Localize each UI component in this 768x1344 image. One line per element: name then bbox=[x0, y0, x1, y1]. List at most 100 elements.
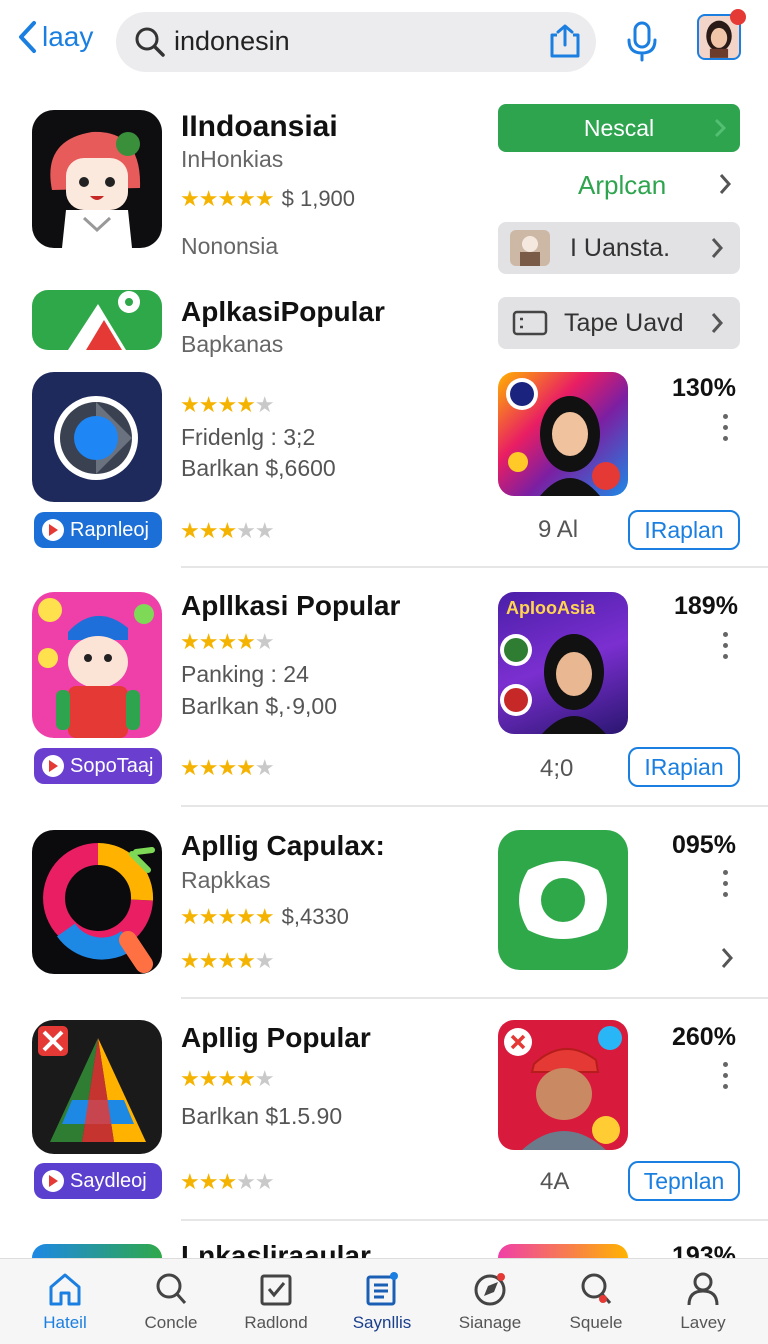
more-options-icon[interactable] bbox=[722, 1062, 730, 1092]
chevron-right-icon[interactable] bbox=[720, 947, 734, 969]
row4-title: Apllig Popular bbox=[181, 1022, 371, 1053]
tab-search[interactable]: Concle bbox=[121, 1259, 221, 1344]
row2-thumbnail[interactable]: ApIooAsia bbox=[498, 592, 628, 734]
row4-line2: Barlkan $1.5.90 bbox=[181, 1103, 343, 1129]
app-icon-camera[interactable] bbox=[32, 372, 162, 502]
featured-star-rating: ★★★★★ $ 1,900 bbox=[180, 186, 356, 211]
tab-profile[interactable]: Lavey bbox=[653, 1259, 753, 1344]
row1-line1: Fridenlg : 3;2 bbox=[181, 424, 316, 450]
tab-compass[interactable]: Sianage bbox=[440, 1259, 540, 1344]
row1-count: 9 Al bbox=[538, 516, 579, 543]
row3-title: Apllig Capulax: bbox=[181, 830, 385, 861]
person-icon bbox=[687, 1272, 719, 1306]
play-icon bbox=[42, 1170, 64, 1192]
back-label: laay bbox=[42, 21, 94, 52]
row2-line2: Barlkan $,·9,00 bbox=[181, 693, 337, 719]
row2-star-rating-top: ★★★★★ bbox=[180, 629, 275, 654]
secondary-action-link[interactable]: Arplcan bbox=[578, 170, 666, 201]
tape-icon bbox=[512, 310, 548, 336]
section-title: AplkasiPopular bbox=[181, 296, 385, 327]
app-icon-cartoon[interactable] bbox=[32, 592, 162, 738]
featured-app-icon[interactable] bbox=[32, 110, 162, 248]
home-icon bbox=[49, 1273, 81, 1306]
chevron-right-icon bbox=[711, 238, 724, 258]
row1-action-button[interactable]: IRaplan bbox=[628, 510, 740, 550]
top-bar: laay indonesin bbox=[0, 0, 768, 88]
row4-percent: 260% bbox=[672, 1023, 736, 1051]
tab-list[interactable]: Saynllis bbox=[332, 1259, 432, 1344]
section-icon bbox=[32, 290, 162, 350]
divider bbox=[181, 566, 768, 568]
featured-app-subtitle: InHonkias bbox=[181, 146, 284, 172]
row3-price: $,4330 bbox=[281, 904, 349, 929]
row2-percent: 189% bbox=[674, 592, 738, 620]
row4-count: 4A bbox=[540, 1168, 570, 1195]
row3-subtitle: Rapkkas bbox=[181, 867, 271, 893]
more-options-icon[interactable] bbox=[722, 870, 730, 900]
search-icon bbox=[135, 27, 165, 57]
row4-tag-label: Saydleoj bbox=[70, 1169, 147, 1192]
partial-thumbnail[interactable] bbox=[498, 1244, 628, 1258]
app-icon-swirl[interactable] bbox=[32, 830, 162, 974]
row2-line1: Panking : 24 bbox=[181, 661, 309, 687]
search-bar[interactable]: indonesin bbox=[116, 12, 596, 72]
tab-home-label: Hateil bbox=[43, 1313, 87, 1332]
row1-line2: Barlkan $,6600 bbox=[181, 455, 336, 481]
microphone-icon[interactable] bbox=[624, 20, 660, 62]
grey-action-button-2[interactable]: Tape Uavd bbox=[498, 297, 740, 349]
row1-tag-pill[interactable]: Rapnleoj bbox=[34, 512, 162, 548]
partial-title: Lnkasliraaular bbox=[181, 1240, 371, 1258]
divider bbox=[181, 1219, 768, 1221]
back-button[interactable]: laay bbox=[16, 20, 93, 54]
chevron-right-icon bbox=[719, 174, 732, 194]
play-icon bbox=[42, 755, 64, 777]
search-input[interactable]: indonesin bbox=[174, 26, 290, 57]
row4-star-rating-top: ★★★★★ bbox=[180, 1066, 275, 1091]
share-icon[interactable] bbox=[548, 23, 582, 59]
thumbnail-icon bbox=[510, 230, 550, 266]
row3-thumbnail[interactable] bbox=[498, 830, 628, 970]
calendar-icon bbox=[260, 1274, 292, 1306]
row1-action-label: IRaplan bbox=[644, 516, 724, 543]
notification-badge bbox=[730, 9, 746, 25]
grey-action-button-1[interactable]: I Uansta. bbox=[498, 222, 740, 274]
row2-tag-pill[interactable]: SopoTaaj bbox=[34, 748, 162, 784]
featured-app-title: IIndoansiai bbox=[181, 110, 338, 143]
row1-thumbnail[interactable] bbox=[498, 372, 628, 496]
profile-avatar[interactable] bbox=[697, 9, 746, 60]
row4-action-label: Tepnlan bbox=[643, 1167, 725, 1194]
partial-percent: 193% bbox=[672, 1242, 736, 1258]
partial-title-clip: Lnkasliraaular bbox=[181, 1240, 481, 1258]
app-icon-partial[interactable] bbox=[32, 1244, 162, 1258]
bottom-tab-bar: Hateil Concle Radlond Saynllis Sianage S… bbox=[0, 1258, 768, 1344]
row2-action-button[interactable]: IRapian bbox=[628, 747, 740, 787]
row4-tag-pill[interactable]: Saydleoj bbox=[34, 1163, 162, 1199]
primary-action-label: Nescal bbox=[583, 114, 655, 141]
row3-star-rating-top: ★★★★★ $,4330 bbox=[180, 904, 349, 929]
tab-profile-label: Lavey bbox=[680, 1313, 726, 1332]
compass-icon bbox=[474, 1273, 506, 1306]
row1-tag-label: Rapnleoj bbox=[70, 518, 149, 541]
section-subtitle: Bapkanas bbox=[181, 331, 284, 357]
row2-count: 4;0 bbox=[540, 755, 574, 782]
more-options-icon[interactable] bbox=[722, 414, 730, 444]
list-icon bbox=[366, 1272, 398, 1306]
tab-search-label: Concle bbox=[144, 1313, 198, 1332]
tab-search-badge[interactable]: Squele bbox=[546, 1259, 646, 1344]
tab-calendar[interactable]: Radlond bbox=[226, 1259, 326, 1344]
partial-percent-clip: 193% bbox=[672, 1242, 752, 1258]
tab-calendar-label: Radlond bbox=[244, 1313, 308, 1332]
primary-action-button[interactable]: Nescal bbox=[498, 104, 740, 152]
chevron-right-icon bbox=[714, 118, 726, 138]
row2-action-label: IRapian bbox=[644, 753, 724, 780]
row4-thumbnail[interactable] bbox=[498, 1020, 628, 1150]
tab-home[interactable]: Hateil bbox=[15, 1259, 115, 1344]
row1-star-rating-bottom: ★★★★★ bbox=[180, 518, 275, 543]
row2-title: Apllkasi Popular bbox=[181, 590, 401, 621]
featured-app-meta: Nononsia bbox=[181, 233, 279, 259]
app-icon-prism[interactable] bbox=[32, 1020, 162, 1154]
divider bbox=[181, 997, 768, 999]
more-options-icon[interactable] bbox=[722, 632, 730, 662]
tab-list-label: Saynllis bbox=[352, 1313, 412, 1332]
row4-action-button[interactable]: Tepnlan bbox=[628, 1161, 740, 1201]
